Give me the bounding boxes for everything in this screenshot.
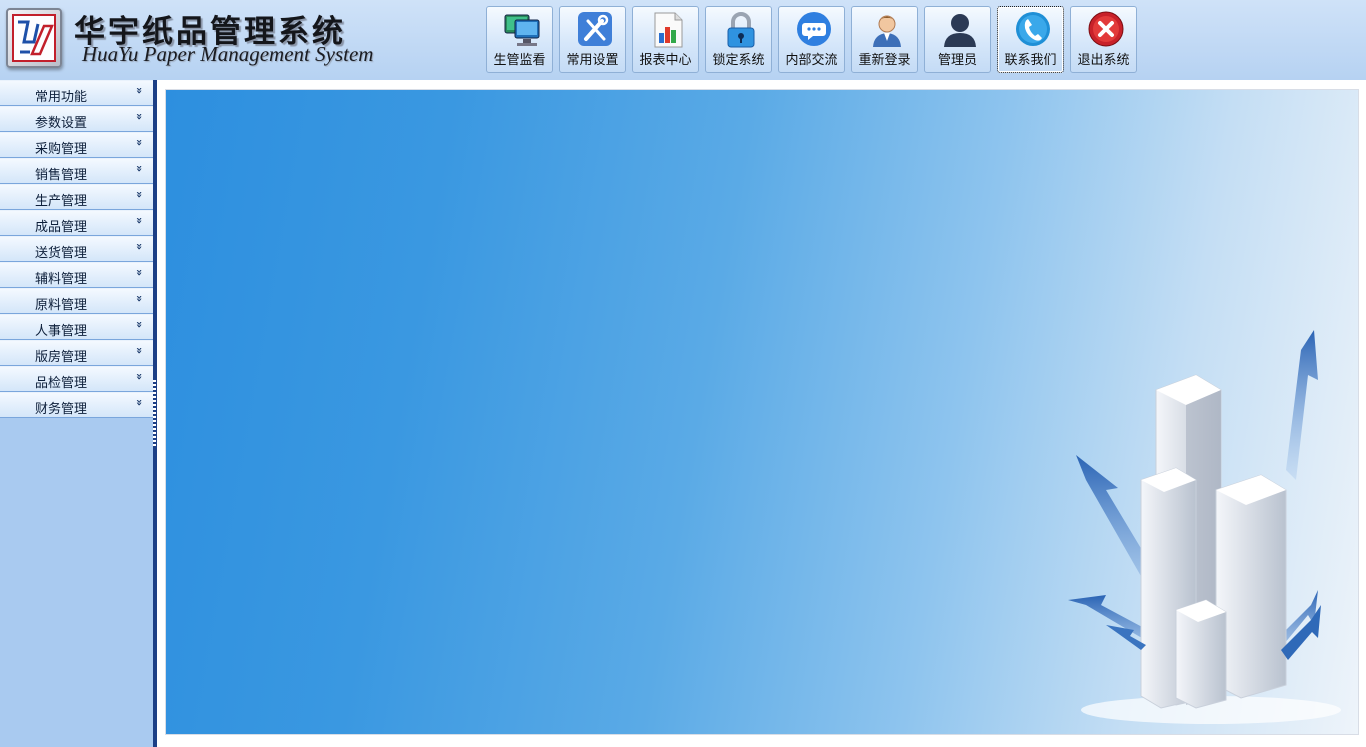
sidebar-item-label: 生产管理 bbox=[35, 194, 88, 209]
sidebar-item-finance[interactable]: 财务管理 » bbox=[0, 392, 153, 418]
report-button[interactable]: 报表中心 bbox=[632, 6, 699, 73]
report-icon bbox=[654, 12, 683, 48]
relogin-button[interactable]: 重新登录 bbox=[851, 6, 918, 73]
sidebar-item-label: 采购管理 bbox=[35, 142, 88, 157]
sidebar-item-quality[interactable]: 品检管理 » bbox=[0, 366, 153, 392]
chevron-down-icon: » bbox=[132, 112, 146, 121]
tools-icon bbox=[578, 12, 612, 46]
sidebar-item-label: 参数设置 bbox=[35, 116, 88, 131]
chat-button-label: 内部交流 bbox=[785, 53, 838, 68]
logo-icon bbox=[6, 8, 62, 68]
sidebar-item-production[interactable]: 生产管理 » bbox=[0, 184, 153, 210]
chat-button[interactable]: 内部交流 bbox=[778, 6, 845, 73]
settings-button-label: 常用设置 bbox=[566, 53, 619, 68]
chevron-down-icon: » bbox=[132, 138, 146, 147]
sidebar-item-finished-goods[interactable]: 成品管理 » bbox=[0, 210, 153, 236]
sidebar-nav: 常用功能 » 参数设置 » 采购管理 » 销售管理 » 生产管理 » 成品管理 … bbox=[0, 80, 153, 747]
chevron-down-icon: » bbox=[132, 294, 146, 303]
lock-button-label: 锁定系统 bbox=[712, 53, 765, 68]
sidebar-item-label: 送货管理 bbox=[35, 246, 88, 261]
admin-button-label: 管理员 bbox=[937, 53, 977, 68]
chevron-down-icon: » bbox=[132, 372, 146, 381]
relogin-button-label: 重新登录 bbox=[858, 53, 911, 68]
main-content bbox=[156, 80, 1366, 747]
phone-icon bbox=[1016, 12, 1050, 46]
user-icon bbox=[873, 15, 901, 47]
report-button-label: 报表中心 bbox=[639, 53, 692, 68]
contact-button[interactable]: 联系我们 bbox=[997, 6, 1064, 73]
chat-icon bbox=[797, 12, 831, 46]
sidebar-item-plate-room[interactable]: 版房管理 » bbox=[0, 340, 153, 366]
app-title-en: HuaYu Paper Management System bbox=[82, 42, 374, 66]
sidebar-item-raw-materials[interactable]: 原料管理 » bbox=[0, 288, 153, 314]
lock-icon bbox=[727, 12, 755, 48]
admin-icon bbox=[944, 14, 976, 47]
sidebar-item-label: 辅料管理 bbox=[35, 272, 88, 287]
sidebar-item-label: 人事管理 bbox=[35, 324, 88, 339]
sidebar-item-delivery[interactable]: 送货管理 » bbox=[0, 236, 153, 262]
chevron-down-icon: » bbox=[132, 216, 146, 225]
chevron-down-icon: » bbox=[132, 398, 146, 407]
sidebar-item-label: 版房管理 bbox=[35, 350, 88, 365]
sidebar-item-common[interactable]: 常用功能 » bbox=[0, 80, 153, 106]
welcome-banner bbox=[165, 89, 1359, 735]
chevron-down-icon: » bbox=[132, 346, 146, 355]
sidebar-item-label: 品检管理 bbox=[35, 376, 88, 391]
sidebar-item-label: 常用功能 bbox=[35, 90, 88, 105]
app-header: 华宇纸品管理系统 HuaYu Paper Management System 生… bbox=[0, 0, 1366, 80]
settings-button[interactable]: 常用设置 bbox=[559, 6, 626, 73]
chevron-down-icon: » bbox=[132, 242, 146, 251]
sidebar-item-hr[interactable]: 人事管理 » bbox=[0, 314, 153, 340]
monitor-button[interactable]: 生管监看 bbox=[486, 6, 553, 73]
exit-button-label: 退出系统 bbox=[1077, 53, 1130, 68]
sidebar-item-label: 成品管理 bbox=[35, 220, 88, 235]
lock-button[interactable]: 锁定系统 bbox=[705, 6, 772, 73]
exit-button[interactable]: 退出系统 bbox=[1070, 6, 1137, 73]
sidebar-item-auxiliary[interactable]: 辅料管理 » bbox=[0, 262, 153, 288]
chevron-down-icon: » bbox=[132, 320, 146, 329]
sidebar-item-label: 原料管理 bbox=[35, 298, 88, 313]
sidebar-item-label: 财务管理 bbox=[35, 402, 88, 417]
sidebar-item-label: 销售管理 bbox=[35, 168, 88, 183]
chevron-down-icon: » bbox=[132, 86, 146, 95]
sidebar-item-parameters[interactable]: 参数设置 » bbox=[0, 106, 153, 132]
chevron-down-icon: » bbox=[132, 190, 146, 199]
chevron-down-icon: » bbox=[132, 268, 146, 277]
exit-icon bbox=[1088, 11, 1124, 47]
monitor-icon bbox=[504, 14, 540, 46]
admin-button[interactable]: 管理员 bbox=[924, 6, 991, 73]
chevron-down-icon: » bbox=[132, 164, 146, 173]
sidebar-item-purchasing[interactable]: 采购管理 » bbox=[0, 132, 153, 158]
monitor-button-label: 生管监看 bbox=[493, 53, 546, 68]
contact-button-label: 联系我们 bbox=[1004, 53, 1057, 68]
growth-chart-illustration bbox=[1068, 330, 1341, 724]
sidebar-item-sales[interactable]: 销售管理 » bbox=[0, 158, 153, 184]
